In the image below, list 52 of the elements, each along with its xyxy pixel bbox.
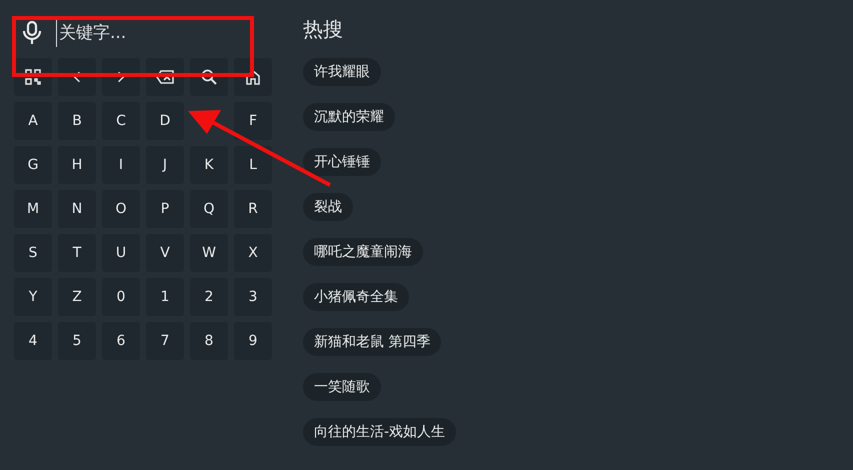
keyboard-key[interactable]: L [234,146,272,184]
keyboard-key[interactable]: Q [190,190,228,228]
keyboard-key[interactable]: F [234,102,272,140]
keyboard-key[interactable]: P [146,190,184,228]
keyboard-key[interactable]: O [102,190,140,228]
keyboard-key[interactable]: N [58,190,96,228]
keyboard-key[interactable]: 6 [102,322,140,360]
keyboard-key[interactable]: J [146,146,184,184]
keyboard-key[interactable]: 2 [190,278,228,316]
keyboard-key[interactable]: 3 [234,278,272,316]
keyboard-key[interactable]: H [58,146,96,184]
keyboard-key[interactable]: W [190,234,228,272]
keyboard-key[interactable]: T [58,234,96,272]
search-icon [201,69,217,85]
keyboard-key[interactable]: D [146,102,184,140]
hot-search-chip[interactable]: 哪吒之魔童闹海 [303,238,423,266]
section-title: 热搜 [303,16,344,43]
keyboard-key[interactable]: 4 [14,322,52,360]
microphone-icon[interactable] [22,21,42,45]
keyboard-key[interactable]: M [14,190,52,228]
hot-search-chip[interactable]: 新猫和老鼠 第四季 [303,328,442,356]
keyboard-key[interactable]: V [146,234,184,272]
backspace-icon [156,70,174,84]
keyboard-key[interactable]: 8 [190,322,228,360]
keyboard-key[interactable]: B [58,102,96,140]
hot-search-chip[interactable]: 开心锤锤 [303,148,381,176]
keyboard-key[interactable]: Z [58,278,96,316]
hot-search-chip[interactable]: 沉默的荣耀 [303,103,395,131]
keyboard-key[interactable]: 5 [58,322,96,360]
keyboard-key[interactable]: G [14,146,52,184]
home-icon [245,69,261,85]
keyboard-key[interactable]: R [234,190,272,228]
hot-search-chip[interactable]: 向往的生活-戏如人生 [303,418,456,446]
hot-search-chip[interactable]: 许我耀眼 [303,58,381,86]
keyboard-key[interactable]: 0 [102,278,140,316]
grid-icon [25,69,41,85]
keyboard-key[interactable]: U [102,234,140,272]
hot-search-chip[interactable]: 裂战 [303,193,353,221]
search-field[interactable]: 关键字... [56,23,239,43]
keyboard-key[interactable]: Y [14,278,52,316]
keyboard-key[interactable]: 1 [146,278,184,316]
keyboard-key[interactable]: C [102,102,140,140]
keyboard-key[interactable]: I [102,146,140,184]
keyboard-key[interactable]: S [14,234,52,272]
keyboard-key[interactable]: A [14,102,52,140]
keyboard-key[interactable]: 7 [146,322,184,360]
hot-search-chip[interactable]: 一笑随歌 [303,373,381,401]
home-key[interactable] [234,58,272,96]
hot-search-chip[interactable]: 小猪佩奇全集 [303,283,409,311]
keyboard-key[interactable]: 9 [234,322,272,360]
keyboard-key[interactable]: K [190,146,228,184]
keyboard-key[interactable]: X [234,234,272,272]
